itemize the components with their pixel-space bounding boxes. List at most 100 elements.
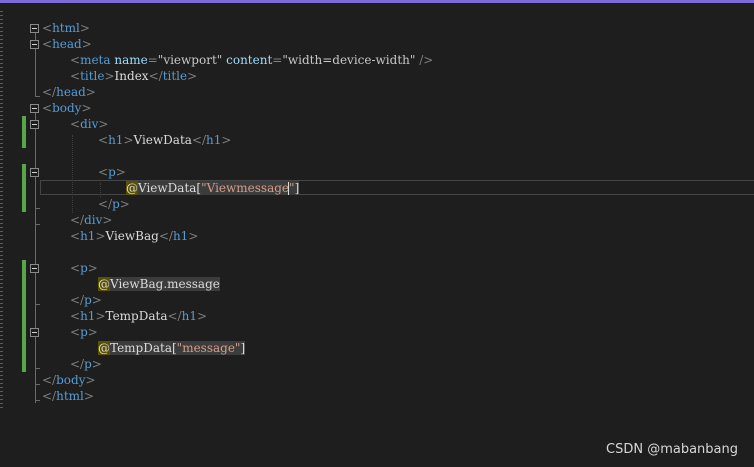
tag-bracket: </	[191, 133, 207, 147]
tag-bracket: />	[415, 53, 434, 67]
code-line[interactable]: <h1>TempData</h1>	[70, 308, 207, 324]
razor-identifier: ViewBag.message	[110, 277, 220, 291]
tag-bracket: </	[158, 229, 173, 243]
fold-guide	[35, 113, 36, 403]
tag-bracket: >	[119, 197, 130, 211]
attribute-name: content	[226, 53, 273, 67]
tag-name: p	[80, 325, 88, 339]
tag-bracket: <	[98, 165, 109, 179]
tag-name: p	[80, 261, 88, 275]
tag-bracket: >	[83, 389, 94, 403]
tag-bracket: >	[85, 85, 96, 99]
change-indicator	[22, 132, 26, 148]
razor-identifier: TempData[	[110, 341, 177, 355]
tag-name: meta	[80, 53, 111, 67]
code-line[interactable]: @TempData["message"]	[98, 340, 246, 356]
tag-bracket: >	[85, 373, 96, 387]
change-indicator	[22, 116, 26, 132]
tag-bracket: >	[95, 229, 106, 243]
attribute-value: "width=device-width"	[282, 53, 416, 67]
code-line[interactable]: <head>	[42, 36, 92, 52]
tag-bracket: >	[123, 133, 134, 147]
collapse-p-icon[interactable]	[30, 328, 39, 337]
code-line[interactable]: </p>	[98, 196, 130, 212]
equals-sign: =	[147, 53, 158, 67]
code-line[interactable]: <title>Index</title>	[70, 68, 197, 84]
tag-name: body	[56, 373, 86, 387]
tag-bracket: >	[87, 261, 98, 275]
collapse-div-icon[interactable]	[30, 120, 39, 129]
tag-bracket: >	[196, 309, 208, 323]
code-line[interactable]: </head>	[42, 84, 96, 100]
indent-guide	[72, 135, 74, 213]
code-line[interactable]: </body>	[42, 372, 96, 388]
collapse-head-icon[interactable]	[30, 40, 39, 49]
tag-bracket: </	[42, 373, 57, 387]
tag-name: p	[112, 197, 120, 211]
tag-name: body	[52, 101, 82, 115]
code-editor[interactable]: <html> <head> <meta name="viewport" cont…	[0, 0, 754, 467]
code-line[interactable]: <p>	[98, 164, 126, 180]
tag-bracket: >	[87, 325, 98, 339]
tag-bracket: </	[98, 197, 113, 211]
code-line[interactable]: @ViewBag.message	[98, 276, 220, 292]
fold-end-mark	[35, 384, 40, 385]
tag-bracket: >	[81, 37, 92, 51]
attribute-name: name	[114, 53, 148, 67]
razor-bracket: ]	[240, 341, 246, 355]
tag-bracket: <	[42, 37, 53, 51]
tag-name: h1	[172, 229, 189, 243]
collapse-body-icon[interactable]	[30, 104, 39, 113]
tag-name: h1	[80, 309, 96, 323]
razor-expression: @ViewData["Viewmessage"]	[126, 181, 300, 195]
fold-end-mark	[35, 400, 40, 401]
tag-bracket: <	[42, 101, 53, 115]
code-line[interactable]: <h1>ViewBag</h1>	[70, 228, 198, 244]
tag-name: title	[162, 69, 188, 83]
tag-bracket: <	[70, 69, 81, 83]
code-line[interactable]: </html>	[42, 388, 94, 404]
razor-string: "Viewmessage	[201, 181, 290, 195]
code-line[interactable]: <p>	[70, 260, 98, 276]
tag-bracket: >	[221, 133, 232, 147]
code-line[interactable]: <p>	[70, 324, 98, 340]
code-line[interactable]: @ViewData["Viewmessage"]	[126, 180, 300, 196]
tag-bracket: >	[115, 165, 126, 179]
code-line[interactable]: </p>	[70, 292, 102, 308]
fold-end-mark	[35, 208, 40, 209]
code-line[interactable]: </div>	[70, 212, 112, 228]
tag-name: head	[56, 85, 86, 99]
tag-name: h1	[80, 229, 96, 243]
change-indicator	[22, 164, 26, 212]
tag-name: html	[56, 389, 84, 403]
tag-bracket: </	[70, 293, 85, 307]
code-line[interactable]: <div>	[70, 116, 108, 132]
tag-bracket: </	[70, 357, 85, 371]
razor-expression: @ViewBag.message	[98, 277, 220, 291]
razor-at-sign: @	[98, 277, 110, 291]
code-line[interactable]: <html>	[42, 20, 90, 36]
collapse-html-icon[interactable]	[30, 24, 39, 33]
collapse-p-icon[interactable]	[30, 168, 39, 177]
tag-bracket: >	[81, 101, 92, 115]
collapse-p-icon[interactable]	[30, 264, 39, 273]
tag-bracket: >	[187, 69, 198, 83]
code-line[interactable]: <h1>ViewData</h1>	[98, 132, 231, 148]
equals-sign: =	[272, 53, 283, 67]
razor-at-sign: @	[98, 341, 110, 355]
tag-bracket: </	[42, 389, 57, 403]
code-line[interactable]: <meta name="viewport" content="width=dev…	[70, 52, 433, 68]
code-line[interactable]: <body>	[42, 100, 92, 116]
tag-bracket: </	[148, 69, 163, 83]
element-text: Index	[114, 69, 149, 83]
code-line[interactable]: </p>	[70, 356, 102, 372]
tag-name: div	[84, 213, 103, 227]
tag-bracket: >	[188, 229, 199, 243]
tag-name: title	[80, 69, 105, 83]
tag-bracket: >	[98, 117, 109, 131]
element-text: TempData	[105, 309, 168, 323]
element-text: ViewBag	[105, 229, 159, 243]
tag-name: div	[80, 117, 99, 131]
tag-bracket: >	[91, 293, 102, 307]
fold-end-mark	[35, 304, 40, 305]
